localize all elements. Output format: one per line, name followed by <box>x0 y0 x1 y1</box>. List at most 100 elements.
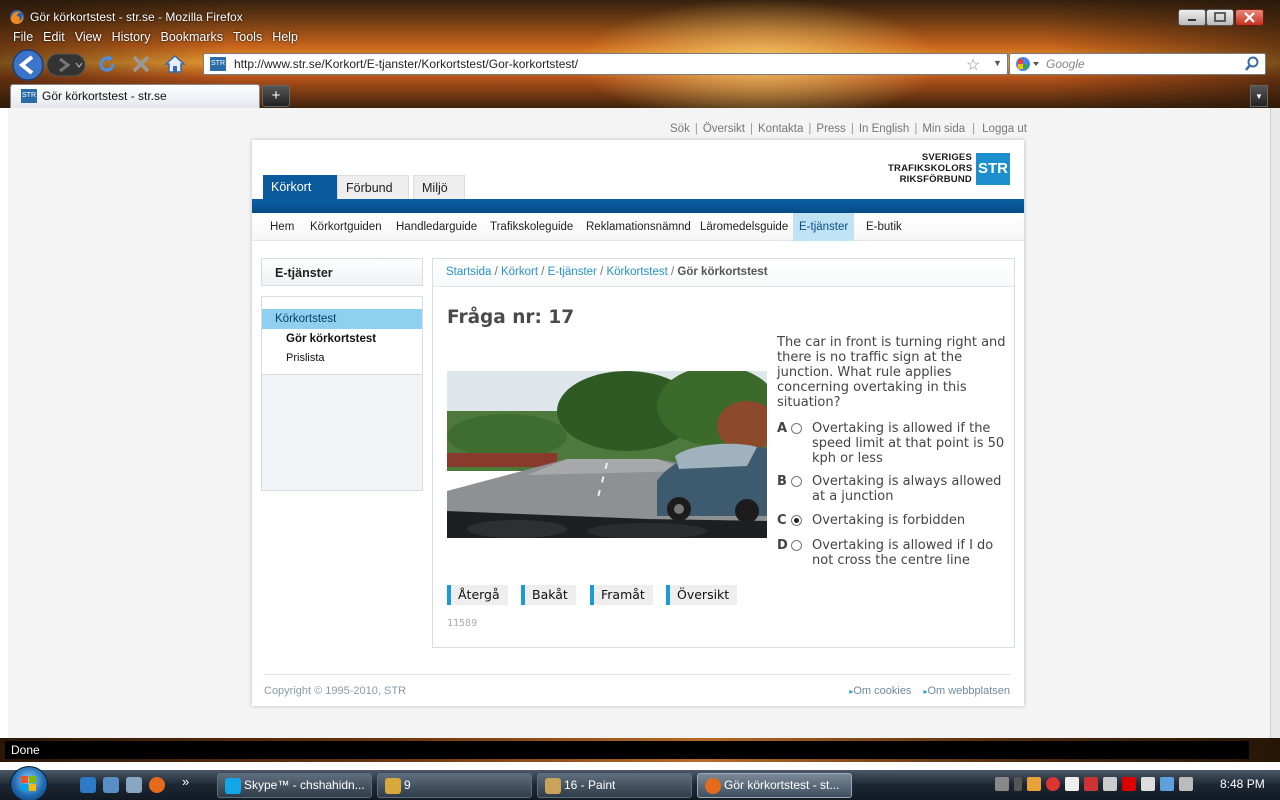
task-label: 16 - Paint <box>564 778 616 792</box>
tab-forbund[interactable]: Förbund <box>337 175 409 199</box>
option-text[interactable]: Overtaking is forbidden <box>812 513 1008 528</box>
option-letter: C <box>777 513 787 528</box>
sidebar-item-prislista[interactable]: Prislista <box>286 352 325 364</box>
system-tray <box>995 777 1193 791</box>
task-9[interactable]: 9 <box>377 773 532 798</box>
tray-app-icon[interactable] <box>1122 777 1136 791</box>
google-icon[interactable] <box>1015 56 1041 72</box>
oversikt-button[interactable]: Översikt <box>666 585 738 605</box>
tab-korkort[interactable]: Körkort <box>263 175 337 199</box>
back-button[interactable] <box>10 48 46 82</box>
copyright: Copyright © 1995-2010, STR <box>264 685 407 697</box>
tray-app-icon[interactable] <box>1084 777 1098 791</box>
window-switcher-icon[interactable] <box>126 777 142 793</box>
tray-app-icon[interactable] <box>1103 777 1117 791</box>
subnav-reklamationsnamnd[interactable]: Reklamationsnämnd <box>580 213 697 241</box>
show-desktop-icon[interactable] <box>103 777 119 793</box>
sidebar-menu: Körkortstest Gör körkortstest Prislista <box>261 296 423 491</box>
keyboard-icon[interactable] <box>995 777 1009 791</box>
breadcrumb-korkortstest[interactable]: Körkortstest <box>606 266 667 278</box>
forward-button[interactable] <box>46 53 86 77</box>
option-text[interactable]: Overtaking is always allowed at a juncti… <box>812 474 1008 504</box>
tray-app-icon[interactable] <box>1065 777 1079 791</box>
clock[interactable]: 8:48 PM <box>1220 777 1265 791</box>
antivirus-icon[interactable] <box>1046 777 1060 791</box>
usb-icon[interactable] <box>1141 777 1155 791</box>
maximize-button[interactable] <box>1206 9 1234 26</box>
link-logga-ut[interactable]: Logga ut <box>982 123 1027 135</box>
menu-tools[interactable]: Tools <box>228 30 267 48</box>
subnav-laromedelsguide[interactable]: Läromedelsguide <box>694 213 794 241</box>
menu-edit[interactable]: Edit <box>38 30 70 48</box>
link-om-webbplatsen[interactable]: Om webbplatsen <box>923 685 1010 697</box>
subnav-korkortguiden[interactable]: Körkortguiden <box>304 213 388 241</box>
tab-bar: STR Gör körkortstest - str.se + ▼ <box>0 84 1280 108</box>
option-c-radio[interactable] <box>791 515 802 526</box>
framat-button[interactable]: Framåt <box>590 585 653 605</box>
link-om-cookies[interactable]: Om cookies <box>849 685 911 697</box>
internet-explorer-icon[interactable] <box>80 777 96 793</box>
tab-list-button[interactable]: ▼ <box>1250 85 1268 107</box>
stop-icon[interactable] <box>130 53 152 75</box>
atergå-button[interactable]: Återgå <box>447 585 508 605</box>
task-firefox[interactable]: Gör körkortstest - st... <box>697 773 852 798</box>
browser-tab[interactable]: STR Gör körkortstest - str.se <box>10 84 260 108</box>
option-text[interactable]: Overtaking is allowed if the speed limit… <box>812 421 1008 466</box>
breadcrumb-korkort[interactable]: Körkort <box>501 266 538 278</box>
menu-history[interactable]: History <box>107 30 156 48</box>
reload-icon[interactable] <box>96 53 118 75</box>
tab-miljo[interactable]: Miljö <box>413 175 465 199</box>
close-window-button[interactable] <box>1235 9 1264 26</box>
option-a-radio[interactable] <box>791 423 802 434</box>
option-text[interactable]: Overtaking is allowed if I do not cross … <box>812 538 1008 568</box>
vertical-scrollbar[interactable] <box>1270 108 1280 738</box>
close-icon <box>1244 12 1255 23</box>
menu-file[interactable]: File <box>8 30 38 48</box>
logo-line: RIKSFÖRBUND <box>899 174 972 185</box>
separator: | <box>914 123 918 135</box>
navigation-toolbar: STR http://www.str.se/Korkort/E-tjanster… <box>8 48 1278 82</box>
url-bar[interactable]: STR http://www.str.se/Korkort/E-tjanster… <box>203 53 1008 75</box>
subnav-hem[interactable]: Hem <box>264 213 300 241</box>
sidebar-item-korkortstest[interactable]: Körkortstest <box>262 309 422 329</box>
home-icon[interactable] <box>163 52 187 76</box>
minimize-button[interactable] <box>1178 9 1206 26</box>
new-tab-button[interactable]: + <box>262 85 290 107</box>
task-paint[interactable]: 16 - Paint <box>537 773 692 798</box>
breadcrumb-startsida[interactable]: Startsida <box>446 266 491 278</box>
subnav-e-tjanster[interactable]: E-tjänster <box>793 213 855 241</box>
option-d-radio[interactable] <box>791 540 802 551</box>
menu-bookmarks[interactable]: Bookmarks <box>155 30 228 48</box>
firefox-quicklaunch-icon[interactable] <box>149 777 165 793</box>
sidebar-item-gor-korkortstest[interactable]: Gör körkortstest <box>286 333 376 345</box>
link-in-english[interactable]: In English <box>859 123 910 135</box>
breadcrumb-e-tjanster[interactable]: E-tjänster <box>548 266 597 278</box>
link-press[interactable]: Press <box>816 123 845 135</box>
network-icon[interactable] <box>1160 777 1174 791</box>
start-button[interactable] <box>10 766 48 800</box>
bookmark-star-icon[interactable]: ☆ <box>966 55 980 75</box>
task-skype[interactable]: Skype™ - chshahidn... <box>217 773 372 798</box>
link-sok[interactable]: Sök <box>670 123 690 135</box>
windows-logo-icon <box>21 776 36 791</box>
tray-expand-icon[interactable] <box>1014 777 1022 791</box>
search-icon[interactable] <box>1244 56 1260 72</box>
question-text: The car in front is turning right and th… <box>777 335 1006 410</box>
volume-icon[interactable] <box>1179 777 1193 791</box>
bakat-button[interactable]: Bakåt <box>521 585 576 605</box>
link-min-sida[interactable]: Min sida <box>922 123 965 135</box>
url-dropdown-icon[interactable]: ▼ <box>993 58 1002 68</box>
subnav-handledarguide[interactable]: Handledarguide <box>390 213 483 241</box>
str-logo[interactable]: SVERIGES TRAFIKSKOLORS RIKSFÖRBUND STR <box>888 152 1012 188</box>
subnav-trafikskoleguide[interactable]: Trafikskoleguide <box>484 213 579 241</box>
tray-app-icon[interactable] <box>1027 777 1041 791</box>
menu-view[interactable]: View <box>70 30 107 48</box>
search-box[interactable]: Google <box>1009 53 1266 75</box>
subnav-e-butik[interactable]: E-butik <box>860 213 908 241</box>
menu-help[interactable]: Help <box>267 30 303 48</box>
link-kontakta[interactable]: Kontakta <box>758 123 803 135</box>
url-text[interactable]: http://www.str.se/Korkort/E-tjanster/Kor… <box>234 57 578 71</box>
option-b-radio[interactable] <box>791 476 802 487</box>
quicklaunch-overflow-icon[interactable]: » <box>182 774 189 789</box>
link-oversikt[interactable]: Översikt <box>703 123 745 135</box>
